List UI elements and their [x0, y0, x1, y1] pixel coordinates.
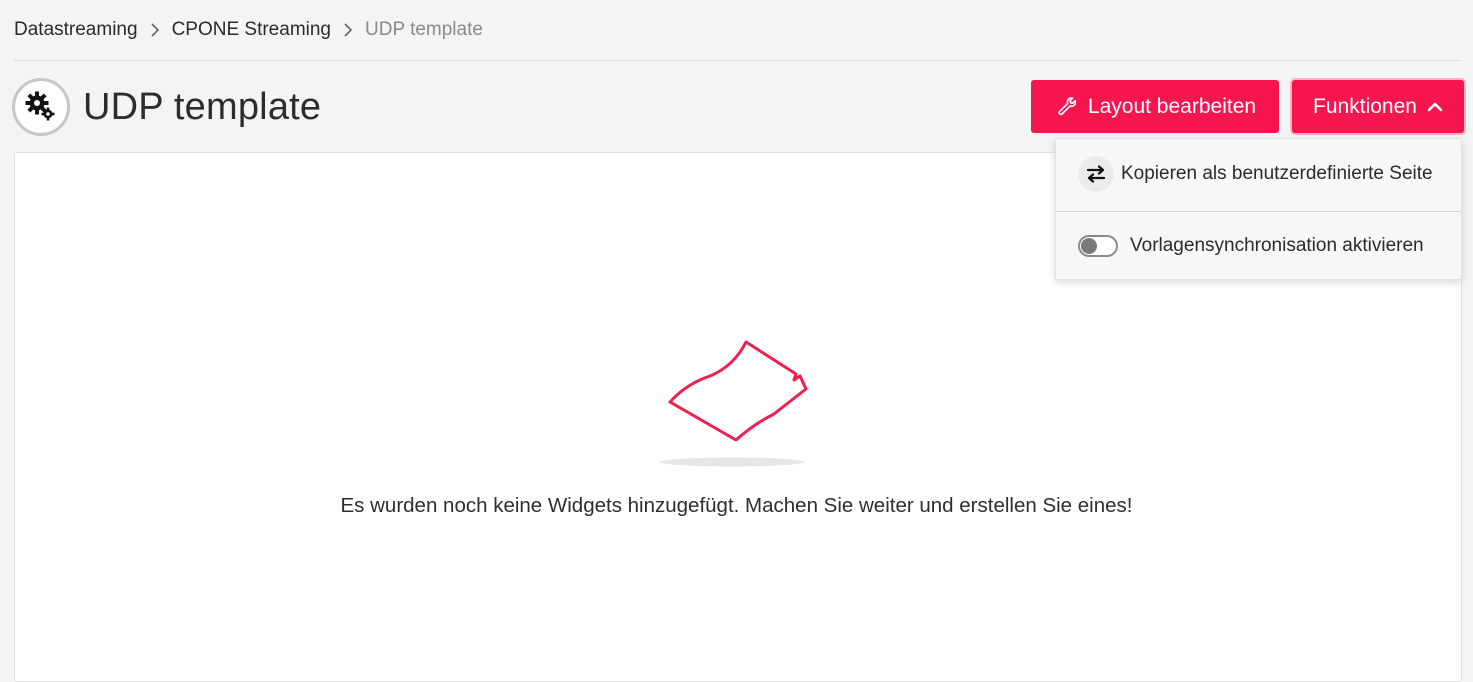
- menu-item-label: Kopieren als benutzerdefinierte Seite: [1121, 163, 1433, 184]
- functions-menu: Kopieren als benutzerdefinierte Seite Vo…: [1055, 138, 1462, 280]
- functions-button[interactable]: Funktionen: [1292, 80, 1464, 133]
- gears-icon: [12, 78, 70, 136]
- page-title: UDP template: [83, 85, 322, 128]
- header-divider: [14, 60, 1461, 61]
- functions-label: Funktionen: [1313, 94, 1417, 118]
- layout-edit-label: Layout bearbeiten: [1087, 94, 1257, 118]
- wrench-icon: [1054, 96, 1076, 118]
- breadcrumb-item-cpone-streaming[interactable]: CPONE Streaming: [172, 19, 331, 41]
- swap-arrows-icon: [1078, 156, 1114, 192]
- menu-item-label: Vorlagensynchronisation aktivieren: [1130, 235, 1424, 256]
- page-header: UDP template: [12, 78, 321, 136]
- chevron-right-icon: [343, 23, 353, 37]
- breadcrumb: Datastreaming CPONE Streaming UDP templa…: [14, 18, 483, 42]
- menu-item-copy-as-custom-page[interactable]: Kopieren als benutzerdefinierte Seite: [1056, 139, 1461, 209]
- toggle-knob: [1081, 238, 1097, 254]
- chevron-up-icon: [1427, 101, 1443, 113]
- layout-edit-button[interactable]: Layout bearbeiten: [1031, 80, 1279, 133]
- breadcrumb-item-current: UDP template: [365, 19, 483, 40]
- template-sync-toggle[interactable]: [1078, 235, 1118, 257]
- chevron-right-icon: [150, 23, 160, 37]
- empty-state-message: Es wurden noch keine Widgets hinzugefügt…: [340, 494, 1133, 517]
- breadcrumb-item-datastreaming[interactable]: Datastreaming: [14, 19, 138, 41]
- menu-item-template-sync[interactable]: Vorlagensynchronisation aktivieren: [1056, 211, 1461, 281]
- empty-page-icon: [654, 336, 814, 476]
